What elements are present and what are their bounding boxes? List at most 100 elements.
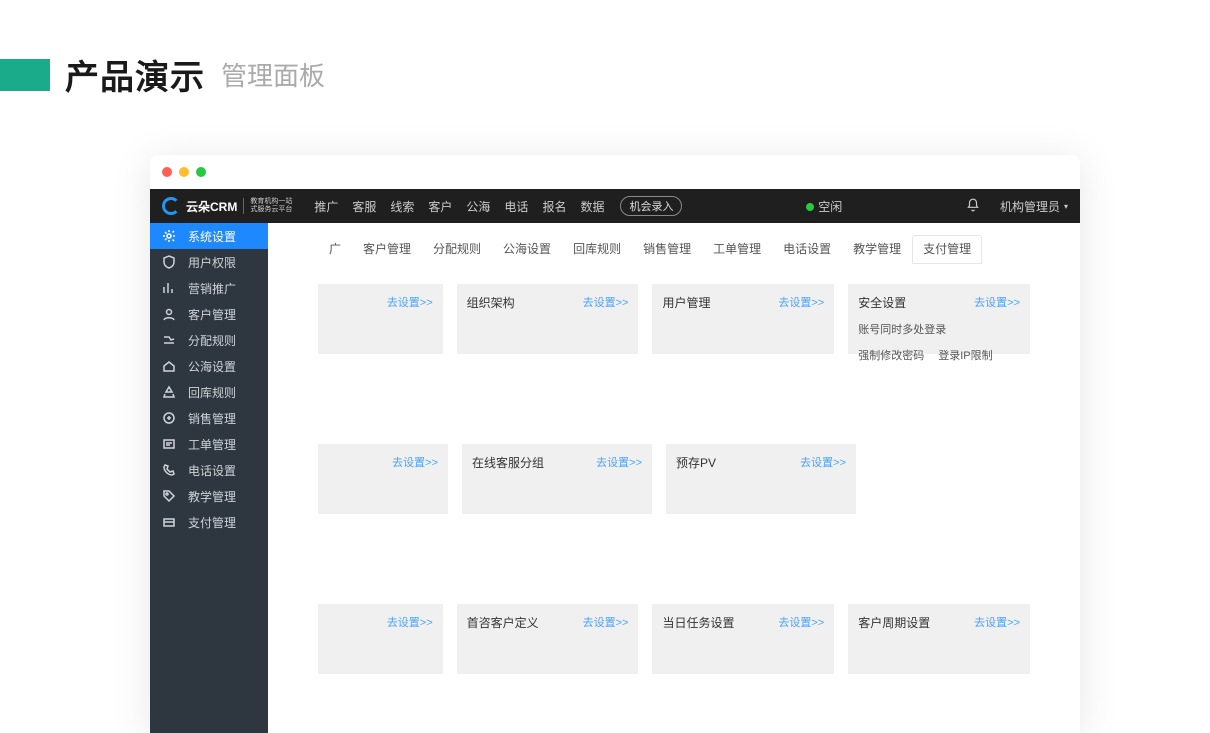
logo-icon	[162, 197, 180, 215]
card-title: 安全设置	[858, 294, 906, 311]
card-title: 当日任务设置	[662, 614, 734, 631]
sidebar-item-label: 销售管理	[188, 410, 236, 427]
sub-tab[interactable]: 销售管理	[632, 235, 702, 264]
sidebar-item-sales[interactable]: 销售管理	[150, 405, 268, 431]
go-settings-link[interactable]: 去设置>>	[392, 454, 438, 470]
card-title: 客户周期设置	[858, 614, 930, 631]
sub-tab[interactable]: 公海设置	[492, 235, 562, 264]
go-settings-link[interactable]: 去设置>>	[583, 614, 629, 630]
ticket-icon	[162, 437, 176, 451]
opportunity-record-button[interactable]: 机会录入	[620, 196, 682, 216]
sub-tab[interactable]: 电话设置	[772, 235, 842, 264]
card-icon	[162, 515, 176, 529]
settings-card: 去设置>>	[318, 444, 448, 514]
recycle-icon	[162, 385, 176, 399]
nav-items: 推广 客服 线索 客户 公海 电话 报名 数据	[314, 198, 604, 215]
go-settings-link[interactable]: 去设置>>	[387, 614, 433, 630]
window-min-dot[interactable]	[179, 167, 189, 177]
sidebar-item-card[interactable]: 支付管理	[150, 509, 268, 535]
sidebar-item-flow[interactable]: 分配规则	[150, 327, 268, 353]
sidebar-item-ticket[interactable]: 工单管理	[150, 431, 268, 457]
nav-item[interactable]: 线索	[390, 198, 414, 215]
nav-item[interactable]: 客服	[352, 198, 376, 215]
sub-tab[interactable]: 广	[278, 235, 352, 264]
sub-tab[interactable]: 客户管理	[352, 235, 422, 264]
slide-title: 产品演示	[65, 50, 205, 99]
slide-subtitle: 管理面板	[221, 56, 325, 93]
sub-tab[interactable]: 教学管理	[842, 235, 912, 264]
card-sub-item[interactable]: 账号同时多处登录	[858, 321, 946, 337]
settings-icon	[162, 229, 176, 243]
sidebar-item-shield[interactable]: 用户权限	[150, 249, 268, 275]
sidebar-item-tag[interactable]: 教学管理	[150, 483, 268, 509]
sidebar-item-label: 公海设置	[188, 358, 236, 375]
sub-tabs: 广客户管理分配规则公海设置回库规则销售管理工单管理电话设置教学管理支付管理	[268, 223, 1080, 264]
card-sub-item[interactable]: 强制修改密码	[858, 347, 924, 363]
nav-item[interactable]: 数据	[580, 198, 604, 215]
tag-icon	[162, 489, 176, 503]
go-settings-link[interactable]: 去设置>>	[387, 294, 433, 310]
go-settings-link[interactable]: 去设置>>	[778, 614, 824, 630]
card-title: 用户管理	[662, 294, 710, 311]
house-icon	[162, 359, 176, 373]
user-label: 机构管理员	[1000, 198, 1060, 215]
go-settings-link[interactable]: 去设置>>	[800, 454, 846, 470]
sidebar-item-label: 教学管理	[188, 488, 236, 505]
card-title: 预存PV	[676, 454, 716, 471]
settings-card: 安全设置去设置>>账号同时多处登录强制修改密码登录IP限制	[848, 284, 1030, 354]
nav-item[interactable]: 报名	[542, 198, 566, 215]
sidebar-item-label: 电话设置	[188, 462, 236, 479]
settings-card: 在线客服分组去设置>>	[462, 444, 652, 514]
sidebar-item-house[interactable]: 公海设置	[150, 353, 268, 379]
card-title: 首咨客户定义	[467, 614, 539, 631]
chart-icon	[162, 281, 176, 295]
sub-tab[interactable]: 工单管理	[702, 235, 772, 264]
go-settings-link[interactable]: 去设置>>	[974, 294, 1020, 310]
sidebar-item-label: 支付管理	[188, 514, 236, 531]
status-indicator[interactable]: 空闲	[806, 198, 842, 215]
go-settings-link[interactable]: 去设置>>	[583, 294, 629, 310]
sidebar-item-label: 工单管理	[188, 436, 236, 453]
slide-header: 产品演示 管理面板	[0, 0, 1210, 119]
settings-card: 预存PV 去设置>>	[666, 444, 856, 514]
nav-item[interactable]: 电话	[504, 198, 528, 215]
chevron-down-icon: ▾	[1064, 202, 1068, 211]
sales-icon	[162, 411, 176, 425]
status-dot-icon	[806, 203, 814, 211]
card-title: 组织架构	[467, 294, 515, 311]
settings-card: 去设置>>	[318, 284, 443, 354]
window-max-dot[interactable]	[196, 167, 206, 177]
sub-tab[interactable]: 分配规则	[422, 235, 492, 264]
user-menu[interactable]: 机构管理员 ▾	[1000, 198, 1068, 215]
main-content: 广客户管理分配规则公海设置回库规则销售管理工单管理电话设置教学管理支付管理 去设…	[268, 223, 1080, 733]
settings-card: 首咨客户定义 去设置>>	[457, 604, 639, 674]
nav-item[interactable]: 客户	[428, 198, 452, 215]
sidebar-item-user[interactable]: 客户管理	[150, 301, 268, 327]
bell-icon[interactable]	[966, 198, 980, 215]
sidebar-item-label: 回库规则	[188, 384, 236, 401]
sub-tab[interactable]: 回库规则	[562, 235, 632, 264]
nav-item[interactable]: 推广	[314, 198, 338, 215]
sidebar-item-settings[interactable]: 系统设置	[150, 223, 268, 249]
accent-bar	[0, 59, 50, 91]
logo-tagline: 教育机构一站 式服务云平台	[243, 198, 292, 215]
nav-item[interactable]: 公海	[466, 198, 490, 215]
sidebar-item-label: 用户权限	[188, 254, 236, 271]
go-settings-link[interactable]: 去设置>>	[778, 294, 824, 310]
go-settings-link[interactable]: 去设置>>	[974, 614, 1020, 630]
go-settings-link[interactable]: 去设置>>	[596, 454, 642, 470]
sidebar-item-label: 营销推广	[188, 280, 236, 297]
window-close-dot[interactable]	[162, 167, 172, 177]
top-navbar: 云朵CRM 教育机构一站 式服务云平台 推广 客服 线索 客户 公海 电话 报名…	[150, 189, 1080, 223]
logo[interactable]: 云朵CRM 教育机构一站 式服务云平台	[162, 197, 292, 215]
sidebar-item-phone[interactable]: 电话设置	[150, 457, 268, 483]
logo-text: 云朵CRM	[186, 198, 237, 215]
settings-card: 客户周期设置 去设置>>	[848, 604, 1030, 674]
sidebar-item-label: 系统设置	[188, 228, 236, 245]
sub-tab[interactable]: 支付管理	[912, 235, 982, 264]
sidebar-item-chart[interactable]: 营销推广	[150, 275, 268, 301]
sidebar-item-recycle[interactable]: 回库规则	[150, 379, 268, 405]
sidebar: 系统设置用户权限营销推广客户管理分配规则公海设置回库规则销售管理工单管理电话设置…	[150, 223, 268, 733]
card-sub-item[interactable]: 登录IP限制	[938, 347, 992, 363]
settings-card: 组织架构 去设置>>	[457, 284, 639, 354]
